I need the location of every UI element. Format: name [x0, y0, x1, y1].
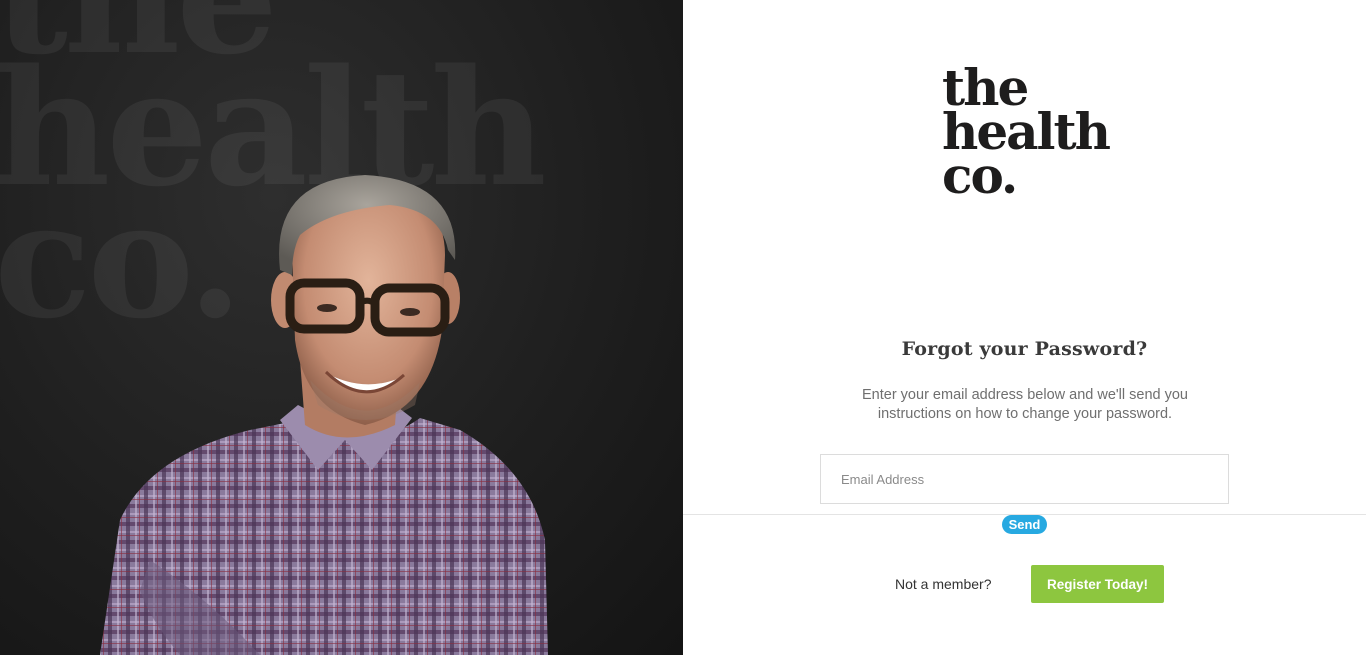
hero-photo — [100, 175, 548, 655]
register-button[interactable]: Register Today! — [1031, 565, 1164, 603]
forgot-password-page: the health co. — [0, 0, 1366, 655]
email-field[interactable] — [820, 454, 1229, 504]
page-title: Forgot your Password? — [901, 338, 1148, 360]
forgot-password-panel: the health co. Forgot your Password? Ent… — [683, 0, 1366, 655]
hero-panel: the health co. — [0, 0, 683, 655]
health-co-logo: the health co. — [942, 63, 1142, 206]
send-button[interactable]: Send — [1002, 515, 1047, 534]
instructions-text: Enter your email address below and we'll… — [862, 387, 1188, 422]
not-member-label: Not a member? — [895, 576, 992, 592]
